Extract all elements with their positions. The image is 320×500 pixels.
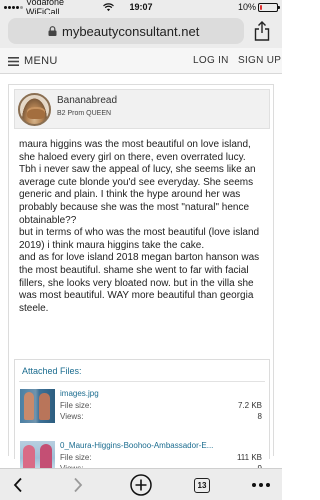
tabs-button[interactable]: 13 — [191, 469, 213, 500]
login-link[interactable]: LOG IN — [193, 55, 229, 66]
status-bar: Vodafone WiFiCall 19:07 10% — [0, 0, 282, 17]
plus-icon — [130, 474, 152, 496]
browser-url-bar: mybeautyconsultant.net — [0, 14, 282, 48]
author-name[interactable]: Bananabread — [57, 95, 117, 106]
views-value: 8 — [257, 412, 262, 421]
hamburger-icon[interactable] — [8, 57, 19, 66]
attachment-name[interactable]: images.jpg — [60, 389, 260, 398]
attachment-thumbnail[interactable] — [20, 389, 55, 423]
attached-files-title: Attached Files: — [22, 366, 82, 376]
mobile-browser-screen: Vodafone WiFiCall 19:07 10% mybeautycons… — [0, 0, 282, 500]
forward-button[interactable] — [66, 469, 90, 500]
browser-toolbar: 13 — [0, 468, 282, 500]
attached-files: Attached Files: images.jpg File size: 7.… — [14, 359, 270, 475]
battery-level — [260, 4, 262, 10]
author-block: Bananabread B2 Prom QUEEN — [14, 89, 270, 129]
tab-count: 13 — [194, 477, 210, 493]
post-paragraph: but in terms of who was the most beautif… — [19, 227, 260, 251]
share-icon[interactable] — [253, 21, 271, 41]
forum-post: Bananabread B2 Prom QUEEN maura higgins … — [8, 84, 274, 475]
post-body: maura higgins was the most beautiful on … — [19, 139, 269, 315]
author-rank: B2 Prom QUEEN — [57, 110, 112, 117]
url-text: mybeautyconsultant.net — [62, 23, 200, 39]
avatar[interactable] — [18, 93, 51, 126]
battery-percent: 10% — [237, 2, 256, 12]
post-paragraph: maura higgins was the most beautiful on … — [19, 139, 251, 163]
attachment-name[interactable]: 0_Maura-Higgins-Boohoo-Ambassador-E... — [60, 441, 260, 450]
lock-icon — [48, 26, 57, 36]
back-button[interactable] — [6, 469, 30, 500]
views-label: Views: — [60, 412, 84, 421]
menu-button[interactable]: MENU — [24, 55, 58, 67]
divider — [19, 381, 265, 382]
attachment-item: images.jpg File size: 7.2 KB Views: 8 — [20, 389, 266, 437]
site-navbar: MENU LOG IN SIGN UP — [0, 48, 282, 74]
new-tab-button[interactable] — [128, 469, 154, 500]
file-size-label: File size: — [60, 453, 92, 462]
more-icon[interactable] — [248, 469, 274, 500]
post-paragraph: and as for love island 2018 megan barton… — [19, 252, 260, 314]
address-field[interactable]: mybeautyconsultant.net — [8, 18, 244, 44]
chevron-right-icon — [74, 477, 83, 493]
post-paragraph: Tbh i never saw the appeal of lucy, she … — [19, 164, 256, 226]
battery-area: 10% — [237, 2, 280, 12]
battery-icon — [258, 2, 280, 12]
chevron-left-icon — [13, 477, 22, 493]
signup-link[interactable]: SIGN UP — [238, 55, 281, 66]
file-size-value: 111 KB — [236, 453, 262, 462]
file-size-label: File size: — [60, 401, 92, 410]
file-size-value: 7.2 KB — [237, 401, 262, 410]
